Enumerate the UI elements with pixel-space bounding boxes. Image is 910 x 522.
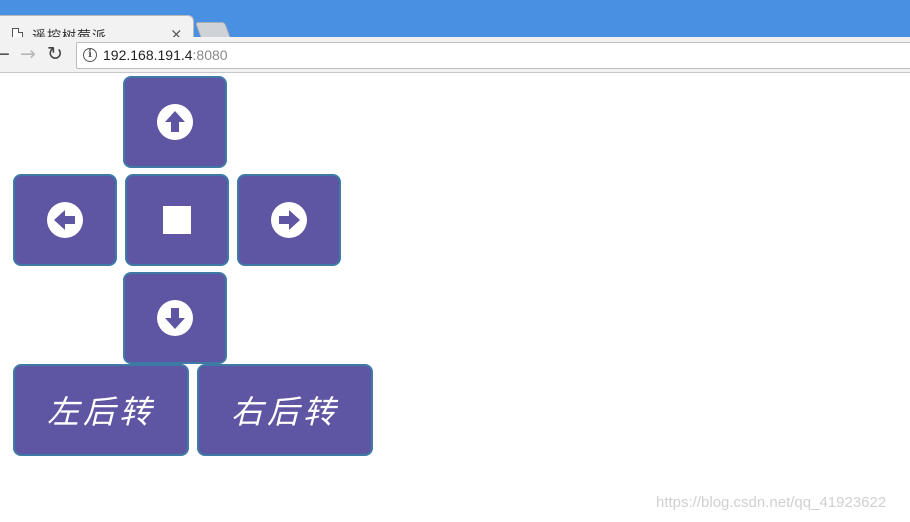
browser-toolbar: ← → ↻ i 192.168.191.4:8080 bbox=[0, 37, 910, 73]
forward-move-button[interactable] bbox=[123, 76, 227, 168]
stop-button[interactable] bbox=[125, 174, 229, 266]
watermark: https://blog.csdn.net/qq_41923622 bbox=[656, 494, 887, 511]
back-button[interactable]: ← bbox=[0, 43, 10, 65]
site-info-icon[interactable]: i bbox=[83, 48, 97, 62]
backward-move-button[interactable] bbox=[123, 272, 227, 364]
arrow-up-circle-icon bbox=[157, 104, 193, 140]
left-back-turn-button[interactable]: 左后转 bbox=[13, 364, 189, 456]
reload-button[interactable]: ↻ bbox=[47, 43, 63, 65]
arrow-left-circle-icon bbox=[47, 202, 83, 238]
stop-square-icon bbox=[163, 206, 191, 234]
arrow-down-circle-icon bbox=[157, 300, 193, 336]
turn-left-button[interactable] bbox=[13, 174, 117, 266]
window-title-bar bbox=[0, 0, 910, 7]
address-bar[interactable]: i 192.168.191.4:8080 bbox=[76, 42, 910, 69]
url-port: :8080 bbox=[192, 47, 228, 63]
right-back-turn-button[interactable]: 右后转 bbox=[197, 364, 373, 456]
turn-right-button[interactable] bbox=[237, 174, 341, 266]
forward-button[interactable]: → bbox=[20, 43, 36, 65]
arrow-right-circle-icon bbox=[271, 202, 307, 238]
right-back-turn-label: 右后转 bbox=[230, 393, 339, 431]
left-back-turn-label: 左后转 bbox=[46, 393, 155, 431]
tab-strip: 遥控树莓派 × bbox=[0, 7, 910, 45]
url-text[interactable]: 192.168.191.4:8080 bbox=[103, 47, 228, 63]
url-host: 192.168.191.4 bbox=[103, 47, 193, 63]
